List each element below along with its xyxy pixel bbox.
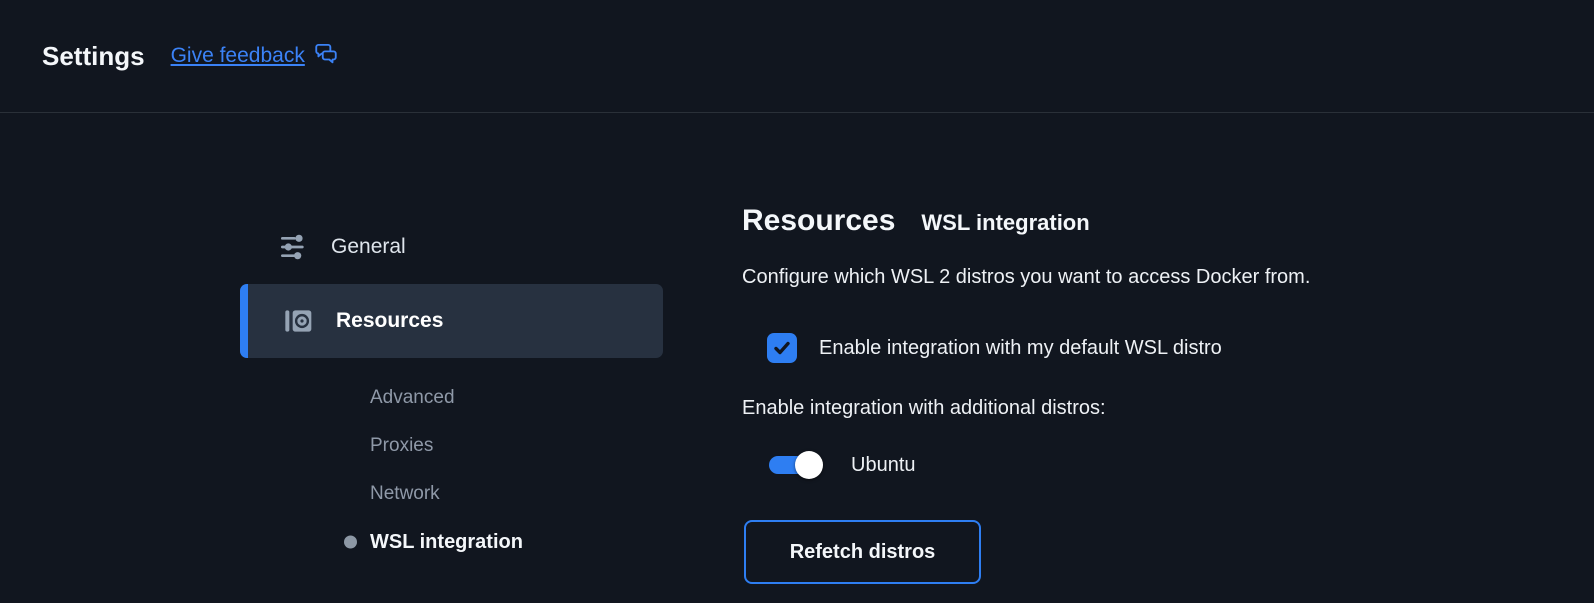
sub-item-wsl-integration[interactable]: WSL integration xyxy=(344,518,663,566)
ubuntu-toggle[interactable] xyxy=(767,450,823,480)
give-feedback-label: Give feedback xyxy=(170,44,305,67)
sub-item-label: Network xyxy=(370,483,440,504)
settings-content: General Resources Advanced Proxies Netwo… xyxy=(0,113,1594,602)
sidebar-item-resources[interactable]: Resources xyxy=(240,284,663,358)
default-distro-row: Enable integration with my default WSL d… xyxy=(742,331,1594,365)
sidebar-item-label: Resources xyxy=(336,309,444,332)
distro-name-label: Ubuntu xyxy=(851,453,916,476)
sub-item-label: WSL integration xyxy=(370,530,523,553)
resources-sub-nav: Advanced Proxies Network WSL integration xyxy=(240,374,663,566)
give-feedback-link[interactable]: Give feedback xyxy=(171,40,339,72)
toggle-knob xyxy=(795,451,823,479)
sidebar-item-general[interactable]: General xyxy=(240,216,663,278)
feedback-chat-icon xyxy=(313,40,339,72)
sidebar-item-label: General xyxy=(331,235,406,258)
panel-description: Configure which WSL 2 distros you want t… xyxy=(742,266,1311,288)
active-bullet-icon xyxy=(344,535,357,549)
sub-item-network[interactable]: Network xyxy=(370,470,663,518)
settings-nav: General Resources Advanced Proxies Netwo… xyxy=(240,216,663,566)
refetch-distros-button[interactable]: Refetch distros xyxy=(744,520,981,584)
panel-title-row: Resources WSL integration xyxy=(742,203,1594,239)
panel-title: Resources xyxy=(742,204,896,237)
page-title: Settings xyxy=(42,40,145,71)
additional-distros-label: Enable integration with additional distr… xyxy=(742,397,1106,419)
sub-item-proxies[interactable]: Proxies xyxy=(370,422,663,470)
distro-toggle-row: Ubuntu xyxy=(742,450,1594,480)
default-distro-checkbox[interactable] xyxy=(767,333,797,363)
panel-subtitle: WSL integration xyxy=(921,210,1090,235)
selected-indicator-bar xyxy=(240,284,248,358)
sub-item-label: Proxies xyxy=(370,435,434,456)
wsl-integration-panel: Resources WSL integration Configure whic… xyxy=(663,113,1594,602)
sub-item-label: Advanced xyxy=(370,387,455,408)
default-distro-checkbox-label: Enable integration with my default WSL d… xyxy=(819,336,1222,359)
settings-sidebar: General Resources Advanced Proxies Netwo… xyxy=(0,113,663,602)
settings-header: Settings Give feedback xyxy=(0,0,1594,113)
tune-icon xyxy=(277,231,309,263)
storage-icon xyxy=(282,305,314,337)
sub-item-advanced[interactable]: Advanced xyxy=(370,374,663,422)
